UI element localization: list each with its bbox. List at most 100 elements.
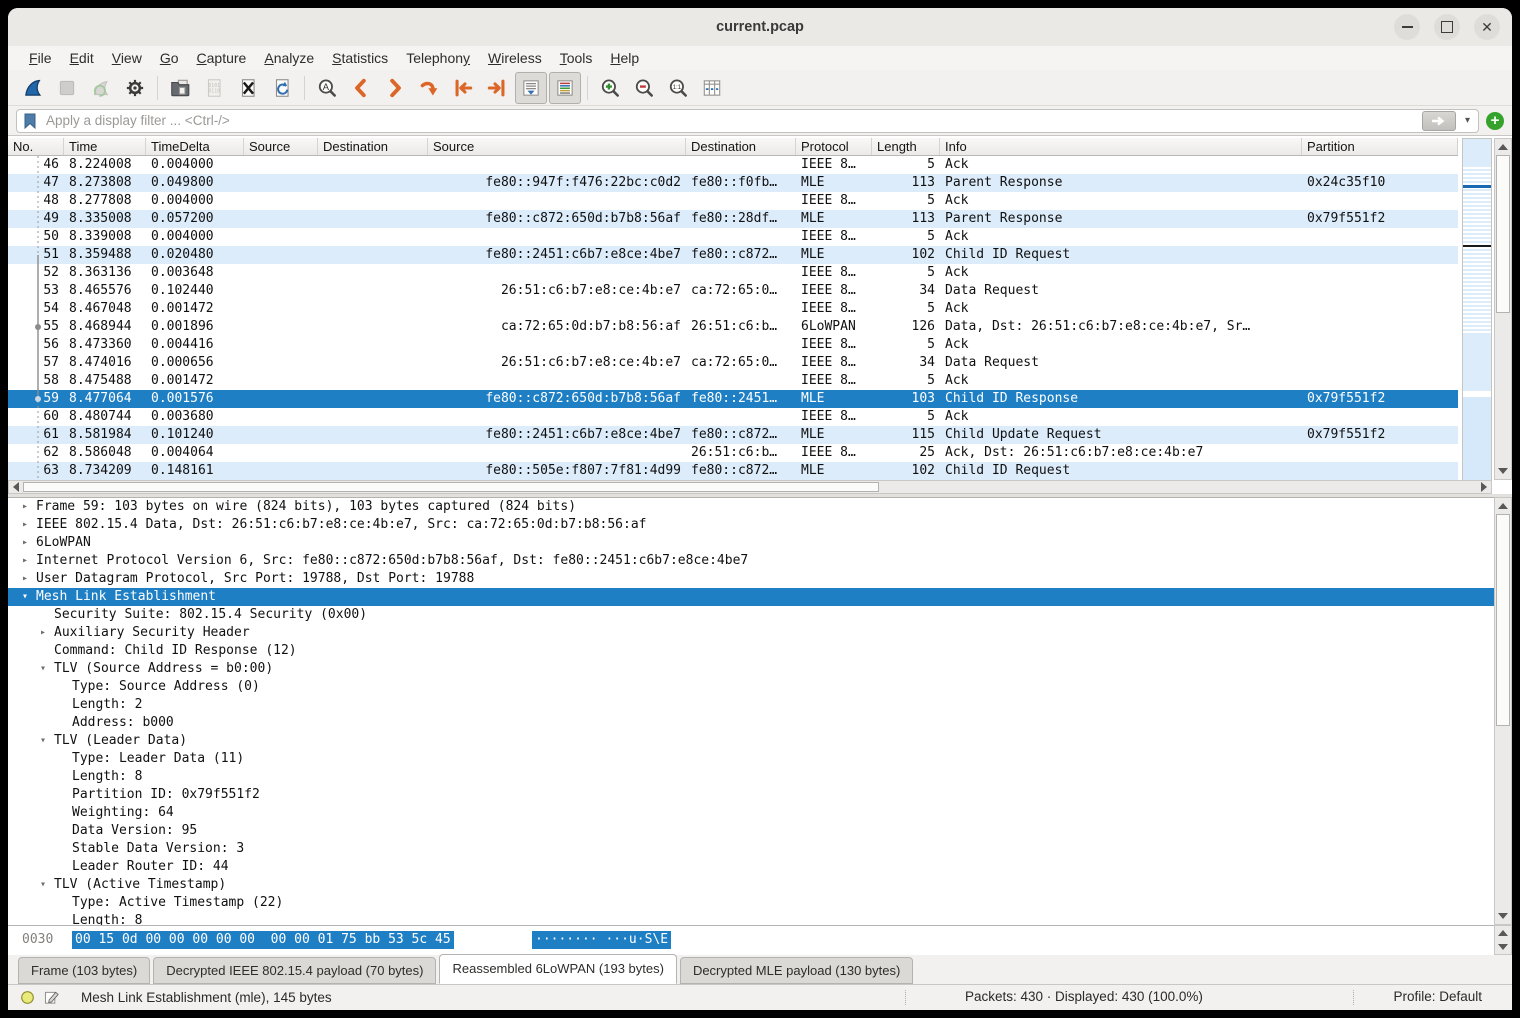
colorize-button[interactable] bbox=[549, 72, 581, 104]
column-header-dst1[interactable]: Destination bbox=[318, 138, 428, 155]
details-vscrollbar[interactable] bbox=[1494, 497, 1512, 925]
zoom-in-button[interactable] bbox=[594, 72, 626, 104]
scroll-up-arrow[interactable] bbox=[1498, 144, 1508, 150]
packet-row[interactable]: 478.2738080.049800fe80::947f:f476:22bc:c… bbox=[8, 174, 1458, 192]
close-file-button[interactable] bbox=[232, 72, 264, 104]
expander-open-icon[interactable]: ▾ bbox=[40, 732, 46, 750]
packet-list-minimap[interactable] bbox=[1462, 138, 1492, 480]
byte-tab[interactable]: Decrypted MLE payload (130 bytes) bbox=[680, 957, 913, 984]
detail-line[interactable]: ▸Internet Protocol Version 6, Src: fe80:… bbox=[8, 552, 1494, 570]
column-header-time[interactable]: Time bbox=[64, 138, 146, 155]
packet-row-selected[interactable]: 598.4770640.001576fe80::c872:650d:b7b8:5… bbox=[8, 390, 1458, 408]
menu-view[interactable]: View bbox=[103, 50, 151, 66]
zoom-original-button[interactable]: 1:1 bbox=[662, 72, 694, 104]
packet-row[interactable]: 498.3350080.057200fe80::c872:650d:b7b8:5… bbox=[8, 210, 1458, 228]
detail-line[interactable]: ▾TLV (Leader Data) bbox=[8, 732, 1494, 750]
packet-row[interactable]: 628.5860480.00406426:51:c6:b…IEEE 8…25Ac… bbox=[8, 444, 1458, 462]
detail-line[interactable]: ▸Auxiliary Security Header bbox=[8, 624, 1494, 642]
column-header-src1[interactable]: Source bbox=[244, 138, 318, 155]
scroll-left-arrow[interactable] bbox=[13, 482, 19, 492]
detail-line[interactable]: Type: Source Address (0) bbox=[8, 678, 1494, 696]
maximize-button[interactable] bbox=[1434, 14, 1460, 40]
byte-tab[interactable]: Frame (103 bytes) bbox=[18, 957, 150, 984]
detail-line[interactable]: ▸6LoWPAN bbox=[8, 534, 1494, 552]
hex-vscrollbar[interactable] bbox=[1494, 925, 1512, 955]
close-button[interactable]: ✕ bbox=[1474, 14, 1500, 40]
detail-line[interactable]: Weighting: 64 bbox=[8, 804, 1494, 822]
menu-analyze[interactable]: Analyze bbox=[255, 50, 323, 66]
capture-comment-icon[interactable] bbox=[44, 990, 60, 1005]
column-header-dst[interactable]: Destination bbox=[686, 138, 796, 155]
scroll-up-arrow[interactable] bbox=[1498, 503, 1508, 509]
packet-list-vscrollbar[interactable] bbox=[1494, 138, 1512, 480]
detail-line[interactable]: ▸User Datagram Protocol, Src Port: 19788… bbox=[8, 570, 1494, 588]
menu-capture[interactable]: Capture bbox=[188, 50, 256, 66]
menu-wireless[interactable]: Wireless bbox=[479, 50, 551, 66]
open-file-button[interactable] bbox=[164, 72, 196, 104]
scroll-down-arrow[interactable] bbox=[1498, 913, 1508, 919]
detail-line[interactable]: Command: Child ID Response (12) bbox=[8, 642, 1494, 660]
display-filter-input[interactable] bbox=[44, 112, 1415, 129]
expander-closed-icon[interactable]: ▸ bbox=[22, 534, 28, 552]
packet-bytes-pane[interactable]: 0030 00 15 0d 00 00 00 00 00 00 00 01 75… bbox=[8, 925, 1494, 955]
go-to-packet-button[interactable] bbox=[413, 72, 445, 104]
menu-go[interactable]: Go bbox=[151, 50, 188, 66]
details-vscroll-thumb[interactable] bbox=[1496, 514, 1510, 726]
detail-line[interactable]: Data Version: 95 bbox=[8, 822, 1494, 840]
expander-closed-icon[interactable]: ▸ bbox=[22, 552, 28, 570]
detail-line[interactable]: ▸IEEE 802.15.4 Data, Dst: 26:51:c6:b7:e8… bbox=[8, 516, 1494, 534]
packet-row[interactable]: 488.2778080.004000IEEE 8…5Ack bbox=[8, 192, 1458, 210]
column-header-src[interactable]: Source bbox=[428, 138, 686, 155]
status-profile[interactable]: Profile: Default bbox=[1393, 989, 1482, 1004]
detail-line[interactable]: ▾TLV (Source Address = b0:00) bbox=[8, 660, 1494, 678]
display-filter-field[interactable]: ▾ bbox=[16, 109, 1479, 133]
scroll-up-arrow[interactable] bbox=[1498, 930, 1508, 936]
column-header-protocol[interactable]: Protocol bbox=[796, 138, 872, 155]
column-header-delta[interactable]: TimeDelta bbox=[146, 138, 244, 155]
byte-tab-active[interactable]: Reassembled 6LoWPAN (193 bytes) bbox=[439, 954, 676, 984]
byte-tab[interactable]: Decrypted IEEE 802.15.4 payload (70 byte… bbox=[153, 957, 436, 984]
packet-list-hscroll-thumb[interactable] bbox=[23, 482, 879, 492]
expander-open-icon[interactable]: ▾ bbox=[40, 660, 46, 678]
packet-list-hscrollbar[interactable] bbox=[8, 480, 1492, 494]
packet-row[interactable]: 578.4740160.00065626:51:c6:b7:e8:ce:4b:e… bbox=[8, 354, 1458, 372]
hex-bytes[interactable]: 00 15 0d 00 00 00 00 00 00 00 01 75 bb 5… bbox=[72, 931, 454, 949]
detail-line[interactable]: Security Suite: 802.15.4 Security (0x00) bbox=[8, 606, 1494, 624]
packet-row[interactable]: 618.5819840.101240fe80::2451:c6b7:e8ce:4… bbox=[8, 426, 1458, 444]
column-header-info[interactable]: Info bbox=[940, 138, 1302, 155]
menu-statistics[interactable]: Statistics bbox=[323, 50, 397, 66]
expander-closed-icon[interactable]: ▸ bbox=[22, 498, 28, 516]
detail-line[interactable]: Length: 8 bbox=[8, 912, 1494, 925]
menu-file[interactable]: File bbox=[20, 50, 61, 66]
go-back-button[interactable] bbox=[345, 72, 377, 104]
add-filter-expression-button[interactable]: + bbox=[1486, 112, 1504, 130]
bookmark-icon[interactable] bbox=[23, 113, 37, 129]
apply-filter-button[interactable] bbox=[1422, 111, 1456, 131]
scroll-right-arrow[interactable] bbox=[1481, 482, 1487, 492]
packet-row[interactable]: 468.2240080.004000IEEE 8…5Ack bbox=[8, 156, 1458, 174]
packet-row[interactable]: 558.4689440.001896ca:72:65:0d:b7:b8:56:a… bbox=[8, 318, 1458, 336]
packet-row[interactable]: 608.4807440.003680IEEE 8…5Ack bbox=[8, 408, 1458, 426]
column-header-length[interactable]: Length bbox=[872, 138, 940, 155]
detail-line[interactable]: Length: 2 bbox=[8, 696, 1494, 714]
menu-telephony[interactable]: Telephony bbox=[397, 50, 479, 66]
detail-line[interactable]: Stable Data Version: 3 bbox=[8, 840, 1494, 858]
expert-info-icon[interactable] bbox=[20, 990, 35, 1005]
expander-closed-icon[interactable]: ▸ bbox=[22, 570, 28, 588]
scroll-down-arrow[interactable] bbox=[1498, 468, 1508, 474]
packet-row[interactable]: 588.4754880.001472IEEE 8…5Ack bbox=[8, 372, 1458, 390]
menu-edit[interactable]: Edit bbox=[61, 50, 103, 66]
packet-row[interactable]: 568.4733600.004416IEEE 8…5Ack bbox=[8, 336, 1458, 354]
go-last-button[interactable] bbox=[481, 72, 513, 104]
capture-options-button[interactable] bbox=[119, 72, 151, 104]
filter-dropdown-caret[interactable]: ▾ bbox=[1463, 115, 1472, 126]
reload-file-button[interactable] bbox=[266, 72, 298, 104]
expander-open-icon[interactable]: ▾ bbox=[22, 588, 28, 606]
packet-row[interactable]: 518.3594880.020480fe80::2451:c6b7:e8ce:4… bbox=[8, 246, 1458, 264]
detail-line[interactable]: Type: Leader Data (11) bbox=[8, 750, 1494, 768]
detail-line[interactable]: Length: 8 bbox=[8, 768, 1494, 786]
detail-line[interactable]: Address: b000 bbox=[8, 714, 1494, 732]
packet-row[interactable]: 508.3390080.004000IEEE 8…5Ack bbox=[8, 228, 1458, 246]
detail-line[interactable]: Leader Router ID: 44 bbox=[8, 858, 1494, 876]
detail-line-selected[interactable]: ▾Mesh Link Establishment bbox=[8, 588, 1494, 606]
